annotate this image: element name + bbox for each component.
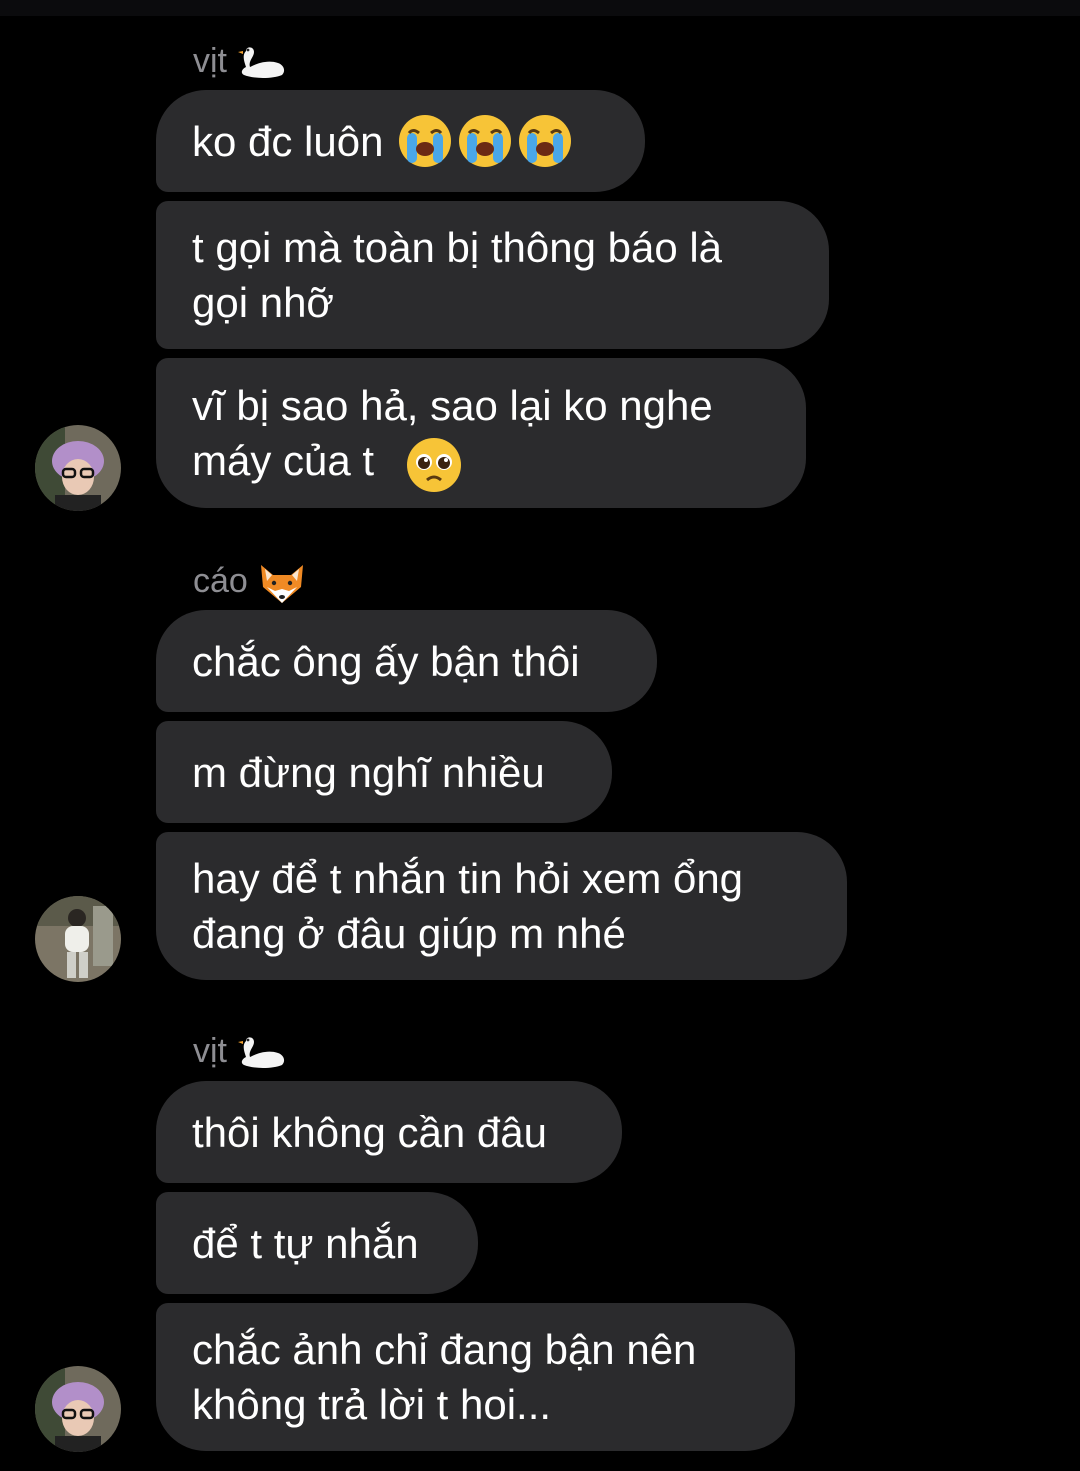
avatar-image [35, 896, 121, 982]
avatar-image [35, 425, 121, 511]
message-bubble[interactable]: để t tự nhắn [156, 1192, 478, 1294]
loudly-crying-face-icon [459, 115, 512, 167]
sender-name-cao: cáo [193, 561, 307, 605]
message-text: để t tự nhắn [192, 1219, 419, 1267]
status-bar-edge [0, 0, 1080, 16]
message-bubble[interactable]: t gọi mà toàn bị thông báo là gọi nhỡ [156, 201, 829, 349]
swan-icon [238, 1037, 285, 1069]
message-bubble[interactable]: hay để t nhắn tin hỏi xem ổng đang ở đâu… [156, 832, 847, 980]
message-bubble[interactable]: thôi không cần đâu [156, 1081, 622, 1183]
avatar[interactable] [35, 425, 121, 511]
fox-icon [261, 565, 304, 604]
message-text: ko đc luôn [192, 117, 384, 165]
message-bubble[interactable]: chắc ông ấy bận thôi [156, 610, 657, 712]
message-bubble[interactable]: m đừng nghĩ nhiều [156, 721, 612, 823]
loudly-crying-face-icon [399, 115, 452, 167]
message-text: chắc ông ấy bận thôi [192, 637, 580, 685]
avatar-image [35, 1366, 121, 1452]
avatar[interactable] [35, 896, 121, 982]
message-text: thôi không cần đâu [192, 1108, 547, 1156]
swan-icon [238, 47, 285, 79]
message-bubble[interactable]: vĩ bị sao hả, sao lại ko nghe máy của t [156, 358, 806, 508]
avatar[interactable] [35, 1366, 121, 1452]
sender-name-vit: vịt [193, 1031, 288, 1071]
pleading-face-icon [407, 438, 461, 492]
message-bubble[interactable]: chắc ảnh chỉ đang bận nên không trả lời … [156, 1303, 795, 1451]
message-text: chắc ảnh chỉ đang bận nên không trả lời … [192, 1326, 697, 1428]
loudly-crying-face-icon [519, 115, 572, 167]
message-text: t gọi mà toàn bị thông báo là gọi nhỡ [192, 224, 723, 326]
message-text: hay để t nhắn tin hỏi xem ổng đang ở đâu… [192, 855, 744, 957]
message-text: m đừng nghĩ nhiều [192, 748, 545, 796]
message-bubble[interactable]: ko đc luôn [156, 90, 645, 192]
sender-name-vit: vịt [193, 41, 288, 81]
